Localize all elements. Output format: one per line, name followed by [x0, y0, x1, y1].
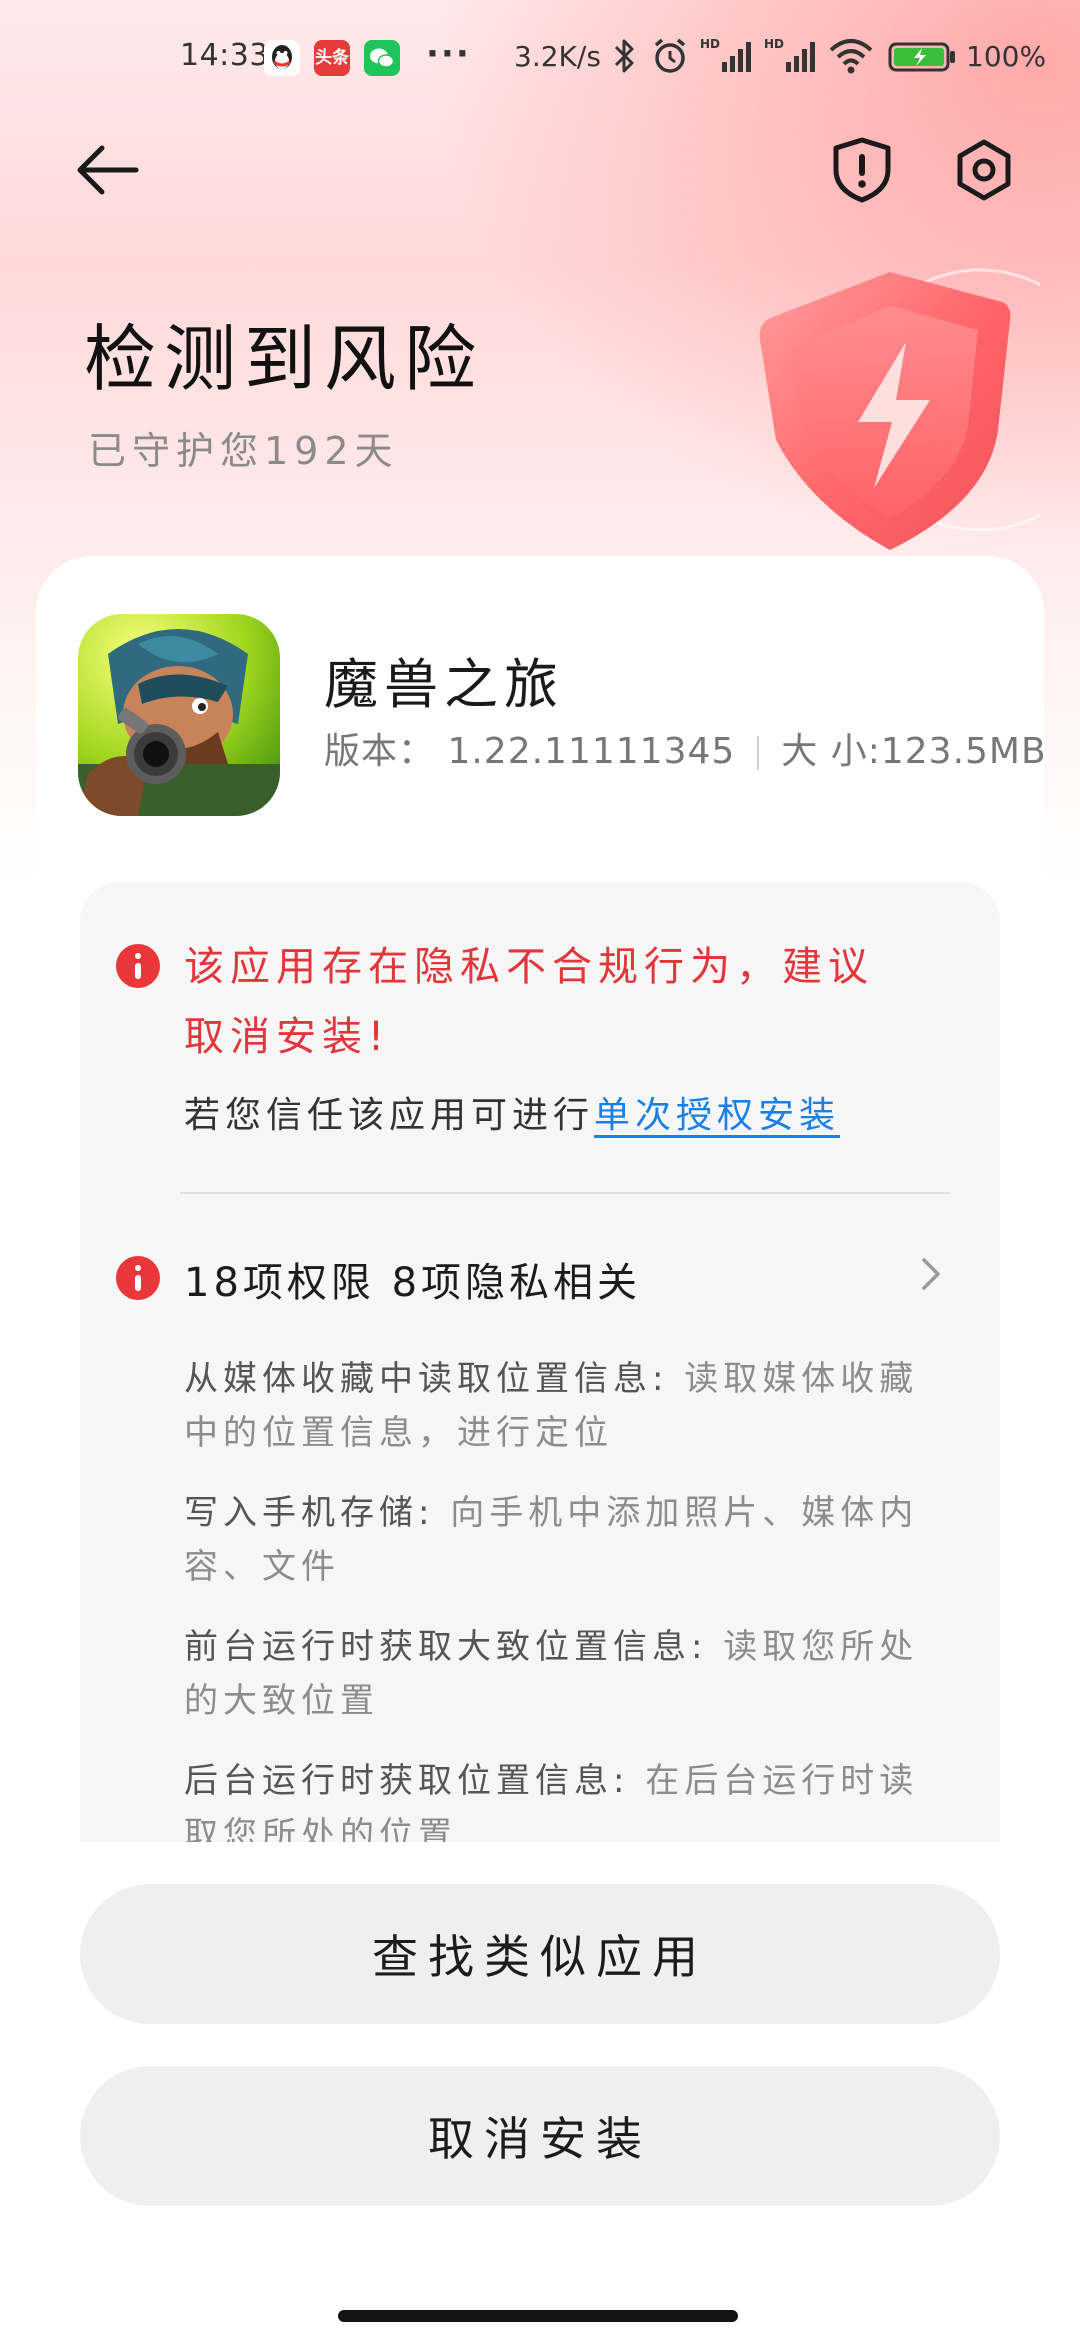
- qq-icon: [264, 40, 300, 76]
- app-meta: 版本： 1.22.11111345 大 小:123.5MB: [324, 722, 1047, 774]
- permissions-summary[interactable]: 18项权限 8项隐私相关: [184, 1250, 641, 1308]
- network-speed: 3.2K/s: [514, 40, 601, 73]
- page-title: 检测到风险: [84, 317, 485, 401]
- bottom-action-area: 查找类似应用 取消安装: [0, 1842, 1080, 2340]
- risk-panel: 该应用存在隐私不合规行为，建议取消安装! 若您信任该应用可进行单次授权安装 18…: [80, 882, 1000, 1842]
- status-bar: 14:33 头条 ··· 3.2K/s HD HD 100%: [0, 0, 1080, 110]
- wifi-icon: [829, 39, 873, 74]
- alarm-icon: [654, 38, 686, 73]
- toutiao-icon: 头条: [314, 40, 350, 76]
- single-authorize-install-link[interactable]: 单次授权安装: [594, 1095, 840, 1136]
- permission-name: 前台运行时获取大致位置信息:: [184, 1627, 708, 1667]
- chevron-right-icon[interactable]: [916, 1254, 946, 1294]
- permission-name: 从媒体收藏中读取位置信息:: [184, 1359, 669, 1399]
- meta-separator: [757, 736, 760, 770]
- warning-icon: [116, 944, 160, 988]
- protection-days: 已守护您192天: [88, 429, 399, 473]
- battery-percent: 100%: [966, 40, 1047, 73]
- app-icon: [78, 614, 280, 816]
- security-shield-button[interactable]: [830, 136, 894, 204]
- permission-item: 写入手机存储: 向手机中添加照片、媒体内容、文件: [184, 1486, 944, 1594]
- app-version: 版本： 1.22.11111345: [324, 731, 736, 772]
- settings-gear-button[interactable]: [952, 138, 1016, 202]
- app-name: 魔兽之旅: [324, 653, 564, 716]
- more-notifications-icon: ···: [426, 34, 471, 74]
- permission-name: 后台运行时获取位置信息:: [184, 1761, 630, 1801]
- home-indicator[interactable]: [338, 2310, 738, 2322]
- cancel-install-button[interactable]: 取消安装: [80, 2066, 1000, 2206]
- signal-hd-icon-1: HD: [700, 37, 751, 72]
- app-size: 大 小:123.5MB: [781, 731, 1047, 772]
- back-button[interactable]: [72, 140, 142, 200]
- permission-name: 写入手机存储:: [184, 1493, 435, 1533]
- status-time: 14:33: [180, 38, 269, 73]
- battery-icon: [888, 42, 955, 72]
- trust-install-line: 若您信任该应用可进行单次授权安装: [184, 1086, 840, 1138]
- bluetooth-icon: [614, 39, 634, 73]
- risk-warning-text: 该应用存在隐私不合规行为，建议取消安装!: [184, 944, 874, 1060]
- permission-item: 从媒体收藏中读取位置信息: 读取媒体收藏中的位置信息，进行定位: [184, 1352, 944, 1460]
- divider: [180, 1192, 950, 1194]
- trust-prefix: 若您信任该应用可进行: [184, 1095, 595, 1136]
- permission-item: 后台运行时获取位置信息: 在后台运行时读取您所处的位置: [184, 1754, 944, 1842]
- signal-hd-label-2: HD: [764, 37, 784, 51]
- permission-item: 前台运行时获取大致位置信息: 读取您所处的大致位置: [184, 1620, 944, 1728]
- signal-hd-label-1: HD: [700, 37, 720, 51]
- risk-shield-illustration: [759, 268, 1040, 550]
- find-similar-apps-button[interactable]: 查找类似应用: [80, 1884, 1000, 2024]
- signal-hd-icon-2: HD: [764, 37, 815, 72]
- wechat-icon: [364, 40, 400, 76]
- permissions-warning-icon: [116, 1256, 160, 1300]
